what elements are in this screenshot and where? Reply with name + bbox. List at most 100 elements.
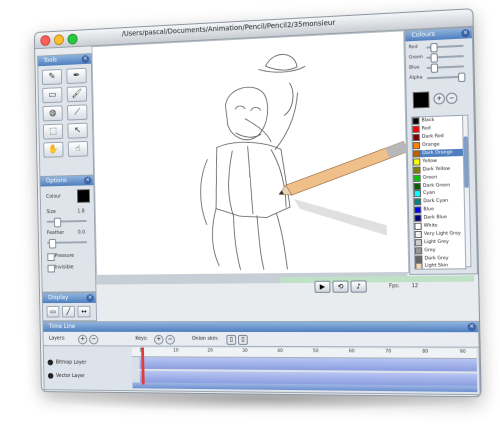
visibility-icon[interactable]	[48, 360, 54, 366]
green-slider[interactable]	[426, 55, 464, 59]
colour-chip	[412, 126, 419, 133]
scrollbar-thumb[interactable]	[464, 136, 469, 188]
colour-chip	[413, 174, 420, 181]
blue-slider-knob[interactable]	[431, 63, 438, 73]
play-button[interactable]: ▶	[314, 281, 330, 293]
colour-swatch[interactable]	[77, 189, 90, 203]
display-thin-lines-button[interactable]: ╱	[62, 306, 75, 318]
feather-slider-knob[interactable]	[49, 239, 56, 249]
display-panel-header[interactable]: Display ×	[43, 293, 96, 303]
feather-slider[interactable]	[47, 241, 87, 244]
sketch-drawing	[92, 31, 408, 275]
remove-key-button[interactable]: −	[165, 335, 175, 345]
colour-name: Yellow	[422, 159, 437, 165]
character-sketch	[198, 53, 309, 270]
ruler-tick: 10	[173, 349, 179, 354]
close-icon[interactable]: ×	[84, 177, 91, 185]
colour-chip	[415, 231, 422, 238]
display-panel: Display × ▭ ╱ ↔	[42, 292, 97, 321]
colour-chip	[413, 134, 420, 141]
close-icon[interactable]: ×	[467, 323, 476, 331]
fps-value[interactable]: 12	[412, 283, 419, 289]
colour-name: Cyan	[423, 191, 435, 196]
colour-chip	[414, 207, 421, 214]
display-mirror-button[interactable]: ↔	[77, 306, 90, 318]
timeline-panel: Time Line × Layers: + − Keys: + − Onion …	[42, 321, 480, 395]
red-slider-label: Red	[409, 45, 418, 51]
onion-prev-button[interactable]: ▯	[226, 335, 236, 345]
ruler-tick: 50	[313, 349, 319, 354]
drawing-canvas[interactable]	[92, 30, 410, 276]
sound-button[interactable]: ♪	[350, 280, 366, 292]
eraser-tool-icon[interactable]: ▭	[42, 87, 62, 103]
size-slider[interactable]	[47, 220, 87, 223]
alpha-slider-knob[interactable]	[458, 72, 466, 82]
loop-button[interactable]: ⟲	[332, 281, 348, 293]
blue-slider[interactable]	[427, 65, 465, 69]
options-panel: Options × Colour Size 1.8 Feather 0.0 Pr…	[39, 175, 96, 293]
alpha-slider[interactable]	[427, 76, 465, 80]
red-slider[interactable]	[426, 45, 464, 49]
current-colour-swatch[interactable]	[413, 91, 430, 108]
colour-name: White	[424, 223, 438, 228]
layer-row[interactable]: Bitmap Layer	[48, 357, 131, 369]
remove-layer-button[interactable]: −	[89, 335, 98, 345]
colour-list[interactable]: Black Red Dark Red Orange Dark Orange Yellow D…	[411, 115, 466, 270]
ruler-tick: 90	[460, 350, 466, 355]
add-colour-button[interactable]: +	[433, 93, 445, 105]
feather-label: Feather	[47, 230, 64, 236]
close-icon[interactable]: ×	[461, 29, 470, 38]
zoom-window-button[interactable]	[67, 34, 77, 45]
add-layer-button[interactable]: +	[78, 335, 87, 345]
colour-name: Dark Grey	[424, 256, 448, 261]
fps-label: Fps:	[389, 283, 400, 289]
remove-colour-button[interactable]: −	[446, 92, 458, 104]
size-slider-knob[interactable]	[54, 218, 61, 228]
hand-tool-icon[interactable]: ✋	[43, 142, 63, 158]
colour-name: Blue	[423, 207, 434, 212]
colours-panel-header[interactable]: Colours ×	[405, 28, 472, 42]
close-window-button[interactable]	[40, 35, 50, 46]
timeline-panel-header[interactable]: Time Line ×	[43, 322, 478, 332]
red-slider-knob[interactable]	[430, 43, 437, 53]
minimize-window-button[interactable]	[54, 34, 64, 45]
colour-chip	[412, 118, 419, 125]
close-icon[interactable]: ×	[86, 294, 93, 302]
select-tool-icon[interactable]: ⬚	[43, 124, 63, 140]
layer-row[interactable]: Vector Layer	[48, 370, 131, 382]
ruler-tick: 80	[422, 350, 428, 355]
pencil-tool-icon[interactable]: ✎	[42, 69, 62, 85]
close-icon[interactable]: ×	[82, 55, 89, 63]
colours-panel-title: Colours	[411, 31, 434, 39]
pen-tool-icon[interactable]: ✒	[66, 68, 86, 84]
app-window: /Users/pascal/Documents/Animation/Pencil…	[34, 8, 482, 397]
eyedropper-tool-icon[interactable]: ⟋	[67, 104, 87, 120]
add-key-button[interactable]: +	[154, 335, 164, 345]
colour-name: Light Grey	[424, 239, 449, 244]
pressure-label: Pressure	[55, 253, 75, 259]
tools-panel-header[interactable]: Tools ×	[38, 54, 91, 66]
colour-name: Dark Cyan	[423, 199, 448, 205]
bitmap-layer-track[interactable]	[132, 357, 477, 371]
display-outline-button[interactable]: ▭	[47, 306, 60, 318]
colour-name: Black	[422, 118, 435, 124]
colour-name: Light Skin	[425, 264, 449, 269]
onion-next-button[interactable]: ▯	[238, 335, 248, 345]
tools-panel: Tools × ✎ ✒ ▭ 🖌 ◍ ⟋ ⬚ ↖ ✋ ☝	[37, 53, 94, 177]
bucket-tool-icon[interactable]: ◍	[43, 105, 63, 121]
onion-skin-label: Onion skin:	[192, 336, 219, 342]
options-panel-header[interactable]: Options ×	[40, 176, 93, 187]
move-tool-icon[interactable]: ↖	[67, 123, 87, 139]
ruler-tick: 30	[242, 349, 248, 354]
brush-tool-icon[interactable]: 🖌	[67, 86, 87, 102]
colour-name: Dark Green	[423, 183, 450, 189]
keys-label: Keys:	[135, 336, 148, 342]
green-slider-knob[interactable]	[430, 53, 437, 63]
size-label: Size	[46, 209, 55, 215]
ruler-tick: 60	[349, 349, 355, 354]
colour-list-item[interactable]: Light Skin	[415, 262, 465, 270]
ruler-tick: 40	[277, 349, 283, 354]
smudge-tool-icon[interactable]: ☝	[68, 141, 88, 157]
blue-slider-label: Blue	[409, 65, 419, 71]
visibility-icon[interactable]	[48, 373, 54, 379]
